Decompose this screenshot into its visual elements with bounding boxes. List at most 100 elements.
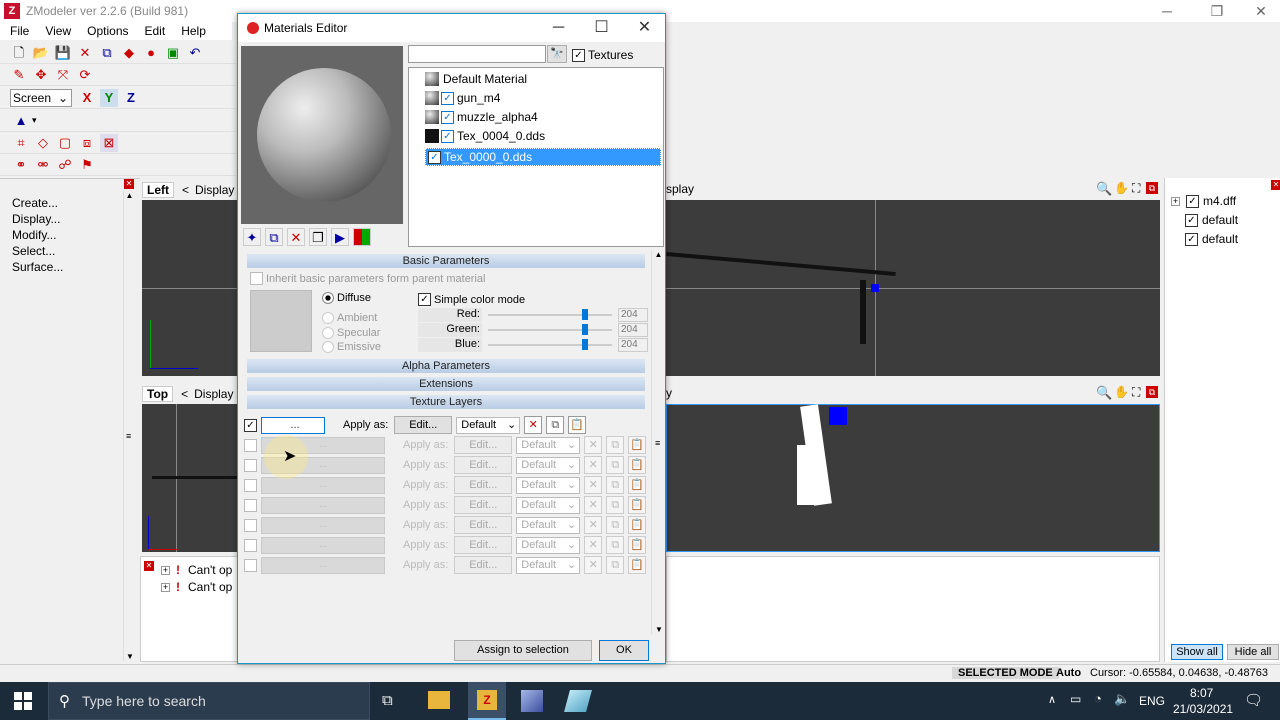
axis-x-toggle[interactable]: X [78,89,96,107]
alpha-parameters-header[interactable]: Alpha Parameters [247,359,645,373]
remove-layer-icon[interactable]: ✕ [584,556,603,574]
viewport-top-label[interactable]: Top [142,386,174,402]
zoom-icon[interactable]: 🔍 [1096,385,1112,401]
viewport-left-label[interactable]: Left [142,182,174,198]
maximize-viewport-icon[interactable]: ⧉ [1146,386,1158,398]
select-vertex-icon[interactable]: ⌗ [12,134,30,152]
copy-material-icon[interactable]: ❐ [309,228,327,246]
pan-icon[interactable]: ✋ [1114,385,1129,399]
layer-texture-slot[interactable]: ... [261,516,385,534]
red-slider-track[interactable] [488,314,612,316]
panel-close-icon[interactable]: ✕ [124,179,134,189]
log-close-icon[interactable]: ✕ [144,561,154,571]
copy-layer-icon[interactable]: ⧉ [606,536,625,554]
delete-icon[interactable]: ✕ [76,44,94,62]
windows-start-icon[interactable] [14,692,32,710]
viewport-display-menu[interactable]: Display [195,183,234,197]
texture-icon[interactable]: ▣ [164,44,182,62]
blue-value-field[interactable]: 204 [618,338,648,352]
inherit-checkbox[interactable] [250,272,263,285]
new-material-icon[interactable]: ✦ [243,228,261,246]
basic-parameters-header[interactable]: Basic Parameters [247,254,645,268]
scale-icon[interactable]: ⤧ [54,66,72,84]
viewport-top[interactable] [142,404,238,552]
rotate-icon[interactable]: ⟳ [76,66,94,84]
green-slider-track[interactable] [488,329,612,331]
viewport-front[interactable] [666,404,1160,552]
maximize-viewport-icon[interactable]: ⧉ [1146,182,1158,194]
layer-blend-select[interactable]: Default ⌄ [516,516,581,534]
restore-button[interactable]: ❐ [1194,0,1240,22]
layer-checkbox[interactable] [244,498,257,512]
texture-layers-header[interactable]: Texture Layers [247,395,645,409]
wifi-icon[interactable]: ◔ [1094,691,1102,706]
layer-blend-select[interactable]: Default ⌄ [516,456,581,474]
copy-layer-icon[interactable]: ⧉ [606,436,625,454]
layer-edit-button[interactable]: Edit... [454,536,513,554]
specular-radio[interactable]: Specular [322,327,380,339]
dialog-maximize-button[interactable]: ☐ [580,14,623,42]
copy-layer-icon[interactable]: ⧉ [546,416,565,434]
select-group-icon[interactable]: ⧈ [78,134,96,152]
paste-layer-icon[interactable]: 📋 [628,436,647,454]
remove-layer-icon[interactable]: ✕ [584,456,603,474]
undo-icon[interactable]: ↶ [186,44,204,62]
diffuse-radio[interactable]: Diffuse [322,292,371,304]
material-search-input[interactable] [408,45,546,63]
material-item[interactable]: ✓ muzzle_alpha4 [425,110,538,124]
paste-layer-icon[interactable]: 📋 [568,416,587,434]
menu-file[interactable]: File [10,24,29,38]
simple-color-checkbox[interactable]: ✓ [418,293,431,306]
command-scrollbar[interactable]: ▲ ≡ ▼ [123,191,135,661]
tray-chevron-icon[interactable]: ∧ [1048,693,1056,706]
paste-layer-icon[interactable]: 📋 [628,536,647,554]
play-icon[interactable]: ▶ [331,228,349,246]
material-checkbox[interactable]: ✓ [441,91,454,105]
inherit-params-toggle[interactable]: Inherit basic parameters form parent mat… [250,272,485,285]
layer-checkbox[interactable] [244,518,257,532]
visibility-checkbox[interactable]: ✓ [1185,213,1198,227]
radio-icon[interactable] [322,312,334,324]
material-item[interactable]: Default Material [425,72,527,86]
paste-layer-icon[interactable]: 📋 [628,456,647,474]
material-item[interactable]: ✓ Tex_0004_0.dds [425,129,545,143]
log-entry[interactable]: + ! Can't op [161,563,232,577]
visibility-checkbox[interactable]: ✓ [1185,232,1198,246]
layer-checkbox[interactable] [244,458,257,472]
viewport-left[interactable] [142,200,238,376]
move-icon[interactable]: ✥ [32,66,50,84]
color-palette-icon[interactable] [353,228,371,246]
tree-item[interactable]: ✓ default [1185,232,1238,246]
diffuse-color-swatch[interactable] [250,290,312,352]
link-icon[interactable]: ⚭ [12,156,30,174]
delete-material-icon[interactable]: ✕ [287,228,305,246]
menu-help[interactable]: Help [181,24,206,38]
render-icon[interactable]: ◆ [120,44,138,62]
copy-layer-icon[interactable]: ⧉ [606,556,625,574]
layer-texture-slot[interactable]: ... [261,556,385,574]
show-all-button[interactable]: Show all [1171,644,1223,660]
material-item-selected[interactable]: ✓ Tex_0000_0.dds [425,148,661,166]
hide-all-button[interactable]: Hide all [1227,644,1279,660]
menu-options[interactable]: Options [87,24,128,38]
save-icon[interactable]: 💾 [54,44,72,62]
select-face-icon[interactable]: ◇ [34,134,52,152]
select-all-icon[interactable]: ⊠ [100,133,118,152]
layer-blend-select[interactable]: Default ⌄ [516,536,581,554]
command-create[interactable]: Create... [10,195,65,211]
layer-checkbox[interactable] [244,558,257,572]
layer-blend-select[interactable]: Default ⌄ [516,436,581,454]
command-surface[interactable]: Surface... [10,259,65,275]
copy-icon[interactable]: ⧉ [98,44,116,62]
bone-icon[interactable]: ☍ [56,156,74,174]
notifications-icon[interactable]: 🗨 [1244,691,1263,709]
app-taskbar-icon[interactable] [521,690,543,712]
textures-toggle[interactable]: ✓ Textures [572,48,633,62]
command-select[interactable]: Select... [10,243,65,259]
expand-icon[interactable]: + [161,582,170,592]
red-value-field[interactable]: 204 [618,308,648,322]
light-icon[interactable]: ▲ [12,112,30,130]
unlink-icon[interactable]: ⚮ [34,156,52,174]
layer-edit-button[interactable]: Edit... [394,416,453,434]
emissive-radio[interactable]: Emissive [322,341,381,353]
